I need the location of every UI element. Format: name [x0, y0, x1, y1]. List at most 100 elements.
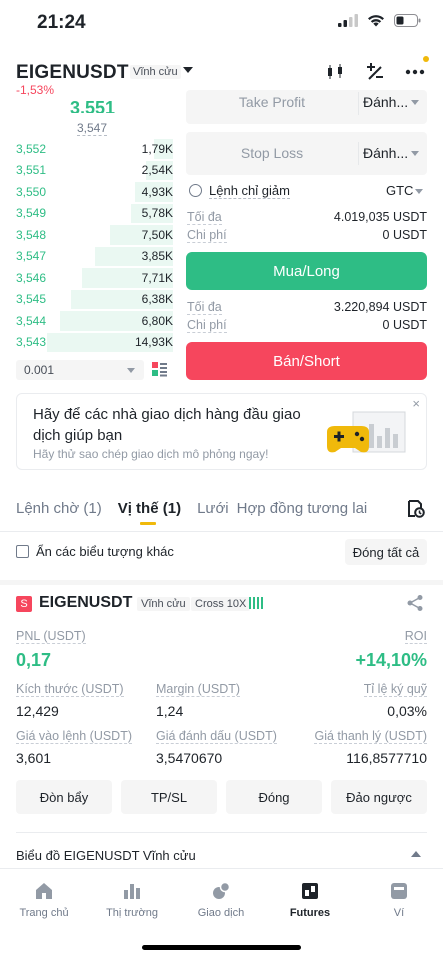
markets-icon — [124, 884, 140, 899]
bid-quantity: 1,79K — [141, 141, 173, 156]
order-book-mode-icon[interactable] — [152, 362, 167, 377]
bid-quantity: 7,50K — [141, 227, 173, 242]
nav-futures-label: Futures — [289, 907, 331, 919]
time-in-force-select[interactable]: GTC — [386, 183, 413, 198]
pair-symbol[interactable]: EIGENUSDT — [16, 62, 129, 84]
stop-loss-trigger-select[interactable]: Đánh... — [363, 145, 408, 161]
liquidation-price-label: Giá thanh lý (USDT) — [314, 729, 427, 744]
tab-open-orders[interactable]: Lệnh chờ (1) — [16, 500, 102, 517]
close-position-button[interactable]: Đóng — [226, 780, 322, 814]
margin-ratio-label: Tỉ lệ ký quỹ — [363, 682, 427, 697]
order-book-row[interactable]: 3,547 3,85K — [16, 246, 173, 268]
take-profit-trigger-select[interactable]: Đánh... — [363, 94, 408, 110]
last-price: 3,551 — [70, 99, 116, 113]
nav-wallet[interactable]: Ví — [355, 881, 443, 919]
take-profit-input[interactable]: Take Profit Đánh... — [186, 90, 427, 124]
chart-toggle-label[interactable]: Biểu đồ EIGENUSDT Vĩnh cửu — [16, 848, 196, 863]
trade-icon — [213, 881, 231, 899]
hide-other-symbols-checkbox[interactable] — [16, 545, 29, 558]
close-all-button[interactable]: Đóng tất cả — [345, 539, 427, 565]
sell-max-row: Tối đa 3.220,894 USDT — [187, 300, 427, 315]
bid-quantity: 2,54K — [141, 163, 173, 178]
bid-price: 3,546 — [16, 270, 47, 285]
nav-home-label: Trang chủ — [19, 907, 69, 919]
stop-loss-input[interactable]: Stop Loss Đánh... — [186, 132, 427, 175]
tab-positions[interactable]: Vị thế (1) — [118, 500, 181, 525]
banner-subtitle: Hãy thử sao chép giao dịch mô phỏng ngay… — [33, 447, 269, 461]
contract-type-tag: Vĩnh cửu — [130, 65, 181, 79]
position-symbol[interactable]: EIGENUSDT — [39, 594, 132, 612]
more-icon[interactable] — [403, 56, 429, 84]
section-divider — [0, 580, 443, 585]
reduce-only-label: Lệnh chỉ giảm — [209, 183, 290, 199]
bid-price: 3,552 — [16, 141, 47, 156]
tab-futures-contracts[interactable]: Hợp đồng tương lai — [237, 500, 368, 517]
order-book-row[interactable]: 3,546 7,71K — [16, 267, 173, 289]
buy-max-label: Tối đa — [187, 210, 222, 225]
nav-markets[interactable]: Thị trường — [88, 881, 176, 919]
order-history-icon[interactable] — [407, 500, 425, 518]
chevron-down-icon — [415, 189, 423, 194]
stop-loss-placeholder: Stop Loss — [240, 145, 304, 161]
buy-long-button[interactable]: Mua/Long — [186, 252, 427, 290]
bid-quantity: 14,93K — [134, 335, 173, 350]
divider — [358, 142, 359, 165]
leverage-button[interactable]: Đòn bẩy — [16, 780, 112, 814]
nav-trade[interactable]: Giao dịch — [177, 881, 265, 919]
nav-futures[interactable]: Futures — [266, 881, 354, 919]
short-side-badge: S — [16, 596, 32, 612]
buy-cost-label: Chi phí — [187, 228, 227, 243]
chevron-down-icon[interactable] — [183, 67, 193, 73]
buy-cost-row: Chi phí 0 USDT — [187, 228, 427, 243]
close-icon[interactable]: × — [412, 396, 420, 411]
reverse-position-button[interactable]: Đảo ngược — [331, 780, 427, 814]
size-label: Kích thước (USDT) — [16, 682, 124, 697]
leverage-risk-bars-icon — [249, 597, 263, 609]
order-book-row[interactable]: 3,543 14,93K — [16, 332, 173, 354]
home-indicator — [142, 945, 301, 950]
order-book-row[interactable]: 3,549 5,78K — [16, 203, 173, 225]
hide-other-symbols-label: Ẩn các biểu tượng khác — [36, 544, 174, 559]
order-book-row[interactable]: 3,551 2,54K — [16, 160, 173, 182]
bid-quantity: 3,85K — [141, 249, 173, 264]
futures-icon — [302, 883, 318, 899]
candlestick-chart-icon[interactable] — [323, 60, 347, 84]
price-change: -1,53% — [16, 83, 55, 97]
order-book-row[interactable]: 3,548 7,50K — [16, 224, 173, 246]
pnl-value: 0,17 — [16, 650, 52, 670]
nav-markets-label: Thị trường — [106, 907, 158, 919]
gamepad-chart-illustration — [327, 411, 406, 453]
bid-price: 3,551 — [16, 163, 47, 178]
share-icon[interactable] — [406, 594, 424, 612]
precision-select[interactable]: 0.001 — [16, 360, 144, 380]
order-book-row[interactable]: 3,545 6,38K — [16, 289, 173, 311]
roi-value: +14,10% — [355, 650, 427, 670]
sell-cost-label: Chi phí — [187, 318, 227, 333]
bid-quantity: 7,71K — [141, 270, 173, 285]
margin-label: Margin (USDT) — [156, 682, 241, 697]
mark-price-label: Giá đánh dấu (USDT) — [156, 729, 277, 744]
order-book-row[interactable]: 3,552 1,79K — [16, 138, 173, 160]
chevron-down-icon — [127, 368, 135, 373]
margin-ratio-value: 0,03% — [387, 703, 427, 719]
take-profit-placeholder: Take Profit — [238, 94, 306, 110]
tp-sl-button[interactable]: TP/SL — [121, 780, 217, 814]
sell-short-button[interactable]: Bán/Short — [186, 342, 427, 380]
mark-price-value: 3,5470670 — [156, 750, 223, 766]
nav-home[interactable]: Trang chủ — [0, 881, 88, 919]
order-book-row[interactable]: 3,544 6,80K — [16, 310, 173, 332]
calculator-icon[interactable] — [363, 60, 387, 84]
sell-max-value: 3.220,894 USDT — [333, 300, 427, 314]
banner-title: Hãy để các nhà giao dịch hàng đầu giao d… — [33, 406, 301, 444]
entry-price-label: Giá vào lệnh (USDT) — [16, 729, 133, 744]
chevron-up-icon[interactable] — [411, 851, 421, 857]
order-book-row[interactable]: 3,550 4,93K — [16, 181, 173, 203]
sell-cost-row: Chi phí 0 USDT — [187, 318, 427, 333]
sell-cost-value: 0 USDT — [382, 318, 427, 332]
copy-trading-banner[interactable]: Hãy để các nhà giao dịch hàng đầu giao d… — [16, 393, 427, 470]
size-value: 12,429 — [16, 703, 59, 719]
bid-price: 3,547 — [16, 249, 47, 264]
divider — [0, 531, 443, 532]
reduce-only-radio[interactable] — [189, 184, 202, 197]
tab-grid[interactable]: Lưới — [197, 500, 229, 517]
